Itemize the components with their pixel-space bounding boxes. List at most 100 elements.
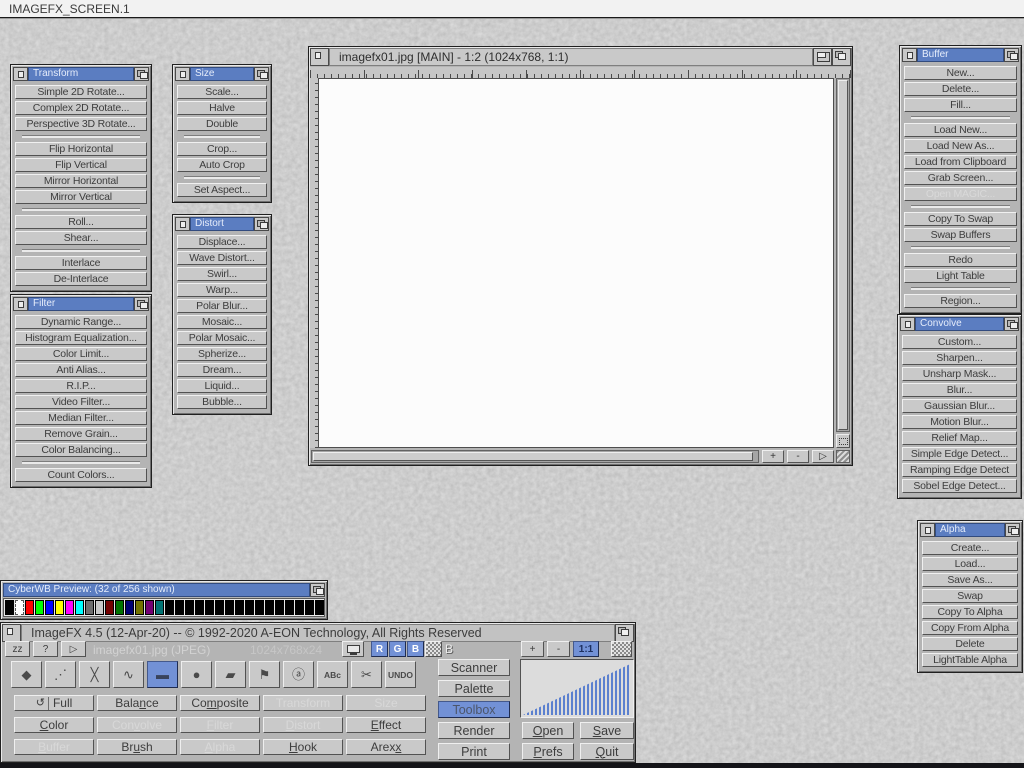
- depth-icon[interactable]: [254, 217, 269, 231]
- image-canvas[interactable]: [318, 78, 834, 448]
- panel-button[interactable]: Anti Alias...: [15, 363, 147, 377]
- close-icon[interactable]: [310, 48, 329, 66]
- panel-button[interactable]: Shear...: [15, 231, 147, 245]
- command-button[interactable]: Filter: [180, 717, 260, 733]
- panel-button[interactable]: Mosaic...: [177, 315, 267, 329]
- depth-icon[interactable]: [134, 297, 149, 311]
- panel-button[interactable]: Polar Blur...: [177, 299, 267, 313]
- depth-icon[interactable]: [1004, 48, 1019, 62]
- panel-button[interactable]: Sobel Edge Detect...: [902, 479, 1017, 493]
- command-button[interactable]: Color: [14, 717, 94, 733]
- color-swatch[interactable]: #007300: [115, 600, 124, 615]
- text-tool[interactable]: ABc: [317, 661, 348, 688]
- color-swatch[interactable]: #000000: [315, 600, 324, 615]
- blue-channel-button[interactable]: B: [407, 641, 424, 657]
- pattern-button[interactable]: [611, 641, 632, 657]
- color-swatch[interactable]: #000000: [205, 600, 214, 615]
- panel-button[interactable]: Load New As...: [904, 139, 1017, 153]
- panel-button[interactable]: Ramping Edge Detect: [902, 463, 1017, 477]
- color-swatch[interactable]: #000000: [275, 600, 284, 615]
- panel-button[interactable]: Mirror Horizontal: [15, 174, 147, 188]
- color-swatch[interactable]: #ff0000: [25, 600, 34, 615]
- action-button[interactable]: Quit: [580, 743, 634, 760]
- transform-titlebar[interactable]: Transform: [13, 67, 149, 81]
- action-button[interactable]: Prefs: [522, 743, 574, 760]
- point-tool[interactable]: ◆: [11, 661, 42, 688]
- action-button[interactable]: Save: [580, 722, 634, 739]
- depth-icon[interactable]: [254, 67, 269, 81]
- convolve-titlebar[interactable]: Convolve: [900, 317, 1019, 331]
- view-options-button[interactable]: [836, 434, 850, 448]
- polygon-tool[interactable]: ▰: [215, 661, 246, 688]
- color-swatch[interactable]: #00ff00: [35, 600, 44, 615]
- alpha-titlebar[interactable]: Alpha: [920, 523, 1020, 537]
- panel-button[interactable]: Auto Crop: [177, 158, 267, 172]
- command-button[interactable]: ↺Full: [14, 695, 94, 711]
- panel-button[interactable]: Light Table: [904, 269, 1017, 283]
- close-icon[interactable]: [902, 48, 917, 62]
- command-button[interactable]: Composite: [180, 695, 260, 711]
- color-swatch[interactable]: #000000: [305, 600, 314, 615]
- help-button[interactable]: ?: [33, 641, 58, 657]
- size-titlebar[interactable]: Size: [175, 67, 269, 81]
- panel-button[interactable]: Create...: [922, 541, 1018, 555]
- color-swatch[interactable]: #000000: [165, 600, 174, 615]
- vertical-scrollbar-thumb[interactable]: [838, 80, 848, 430]
- panel-button[interactable]: Redo: [904, 253, 1017, 267]
- panel-button[interactable]: Unsharp Mask...: [902, 367, 1017, 381]
- one-to-one-button[interactable]: 1:1: [573, 641, 599, 657]
- depth-icon[interactable]: [134, 67, 149, 81]
- panel-button[interactable]: R.I.P...: [15, 379, 147, 393]
- run-macro-button[interactable]: ▷: [61, 641, 86, 657]
- panel-button[interactable]: Custom...: [902, 335, 1017, 349]
- panel-button[interactable]: Color Balancing...: [15, 443, 147, 457]
- screen-mode-button[interactable]: [342, 641, 364, 657]
- color-swatch[interactable]: #0000ff: [45, 600, 54, 615]
- depth-icon[interactable]: [832, 48, 851, 66]
- panel-button[interactable]: Set Aspect...: [177, 183, 267, 197]
- filter-titlebar[interactable]: Filter: [13, 297, 149, 311]
- panel-button[interactable]: Motion Blur...: [902, 415, 1017, 429]
- panel-button[interactable]: Histogram Equalization...: [15, 331, 147, 345]
- main-titlebar[interactable]: ImageFX 4.5 (12-Apr-20) -- © 1992-2020 A…: [2, 624, 634, 642]
- panel-button[interactable]: Median Filter...: [15, 411, 147, 425]
- alpha-channel-button[interactable]: [425, 641, 442, 657]
- color-swatch[interactable]: #000000: [225, 600, 234, 615]
- close-icon[interactable]: [175, 67, 190, 81]
- panel-button[interactable]: New...: [904, 66, 1017, 80]
- panel-button[interactable]: Load from Clipboard: [904, 155, 1017, 169]
- zoom-gadget-icon[interactable]: [813, 48, 832, 66]
- color-swatch[interactable]: #000000: [235, 600, 244, 615]
- color-swatch[interactable]: #ff00ff: [65, 600, 74, 615]
- image-window-titlebar[interactable]: imagefx01.jpg [MAIN] - 1:2 (1024x768, 1:…: [310, 48, 851, 66]
- undo-button[interactable]: UNDO: [385, 661, 416, 688]
- panel-button[interactable]: Warp...: [177, 283, 267, 297]
- panel-button[interactable]: Delete: [922, 637, 1018, 651]
- color-swatch[interactable]: #ffffff: [15, 600, 24, 615]
- panel-button[interactable]: Scale...: [177, 85, 267, 99]
- panel-button[interactable]: Relief Map...: [902, 431, 1017, 445]
- command-button[interactable]: Brush: [97, 739, 177, 755]
- sleep-button[interactable]: zz: [5, 641, 30, 657]
- zoom-in-button[interactable]: +: [762, 450, 784, 463]
- red-channel-button[interactable]: R: [371, 641, 388, 657]
- panel-button[interactable]: Copy To Swap: [904, 212, 1017, 226]
- close-icon[interactable]: [2, 624, 21, 642]
- color-swatch[interactable]: #000000: [175, 600, 184, 615]
- panel-button[interactable]: Bubble...: [177, 395, 267, 409]
- box-tool[interactable]: ▬: [147, 661, 178, 688]
- color-swatch[interactable]: #000000: [295, 600, 304, 615]
- panel-button[interactable]: Dream...: [177, 363, 267, 377]
- distort-titlebar[interactable]: Distort: [175, 217, 269, 231]
- panel-button[interactable]: Spherize...: [177, 347, 267, 361]
- panel-button[interactable]: Crop...: [177, 142, 267, 156]
- color-swatch[interactable]: #000000: [265, 600, 274, 615]
- panel-button[interactable]: Blur...: [902, 383, 1017, 397]
- panel-button[interactable]: Count Colors...: [15, 468, 147, 482]
- ellipse-tool[interactable]: ●: [181, 661, 212, 688]
- vertical-scrollbar[interactable]: [836, 78, 850, 432]
- color-swatch[interactable]: #000000: [285, 600, 294, 615]
- command-button[interactable]: Alpha: [180, 739, 260, 755]
- command-button[interactable]: Hook: [263, 739, 343, 755]
- panel-button[interactable]: Grab Screen...: [904, 171, 1017, 185]
